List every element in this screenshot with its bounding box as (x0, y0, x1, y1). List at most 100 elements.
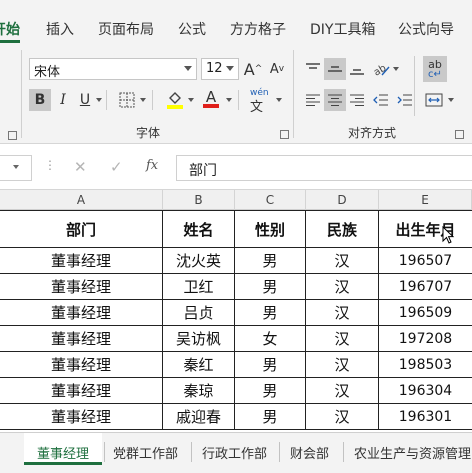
chevron-down-icon[interactable] (276, 98, 282, 102)
column-header-a[interactable]: A (0, 190, 163, 210)
align-bottom-button[interactable] (346, 58, 368, 80)
align-middle-button[interactable] (324, 58, 346, 80)
orientation-button[interactable]: ab (370, 58, 392, 80)
cell-birth-month[interactable]: 196304 (379, 378, 472, 404)
cell-birth-month[interactable]: 196509 (379, 300, 472, 326)
header-cell-gender[interactable]: 性别 (235, 210, 306, 248)
drag-handle-icon[interactable]: ⋮ (44, 158, 56, 172)
font-color-button[interactable]: A (200, 86, 222, 108)
cell-birth-month[interactable]: 197208 (379, 326, 472, 352)
italic-button[interactable]: I (52, 89, 74, 111)
cell-gender[interactable]: 女 (235, 326, 306, 352)
cell-department[interactable]: 董事经理 (0, 378, 163, 404)
chevron-down-icon[interactable] (226, 98, 232, 102)
align-top-button[interactable] (302, 58, 324, 80)
font-color-swatch (203, 104, 219, 108)
cell-department[interactable]: 董事经理 (0, 274, 163, 300)
underline-button[interactable]: U (74, 89, 96, 111)
sheet-tab-finance[interactable]: 财会部 (290, 443, 329, 462)
cancel-icon[interactable]: ✕ (74, 158, 87, 176)
chevron-down-icon[interactable] (393, 67, 399, 71)
bold-button[interactable]: B (29, 89, 51, 111)
header-cell-department[interactable]: 部门 (0, 210, 163, 248)
align-left-button[interactable] (302, 89, 324, 111)
cell-birth-month[interactable]: 198503 (379, 352, 472, 378)
enter-icon[interactable]: ✓ (110, 158, 123, 176)
cell-gender[interactable]: 男 (235, 352, 306, 378)
cell-department[interactable]: 董事经理 (0, 326, 163, 352)
font-color-icon: A (205, 88, 217, 106)
chevron-down-icon[interactable] (448, 98, 454, 102)
align-right-button[interactable] (346, 89, 368, 111)
cell-gender[interactable]: 男 (235, 378, 306, 404)
phonetic-button[interactable]: wén 文 (250, 88, 269, 115)
cell-ethnicity[interactable]: 汉 (306, 352, 379, 378)
tab-fangfang[interactable]: 方方格子 (230, 19, 286, 39)
sheet-tab-agriculture[interactable]: 农业生产与资源管理 (354, 443, 471, 462)
chevron-down-icon[interactable] (188, 98, 194, 102)
formula-input[interactable]: 部门 (176, 155, 472, 181)
decrease-indent-button[interactable] (370, 89, 392, 111)
header-cell-ethnicity[interactable]: 民族 (306, 210, 379, 248)
tab-diy-toolbox[interactable]: DIY工具箱 (310, 19, 375, 39)
name-box[interactable] (0, 155, 32, 181)
cell-department[interactable]: 董事经理 (0, 404, 163, 430)
alignment-dialog-launcher-icon[interactable] (455, 130, 464, 139)
cell-birth-month[interactable]: 196507 (379, 248, 472, 274)
clipboard-launcher-icon[interactable] (8, 131, 17, 140)
sheet-tab-administration[interactable]: 行政工作部 (202, 443, 267, 462)
merge-center-button[interactable] (423, 89, 445, 111)
cell-name[interactable]: 戚迎春 (163, 404, 235, 430)
chevron-down-icon[interactable] (140, 98, 146, 102)
cell-department[interactable]: 董事经理 (0, 300, 163, 326)
cell-name[interactable]: 吴访枫 (163, 326, 235, 352)
font-dialog-launcher-icon[interactable] (280, 130, 289, 139)
column-header-e[interactable]: E (379, 190, 472, 210)
cell-department[interactable]: 董事经理 (0, 352, 163, 378)
column-header-c[interactable]: C (235, 190, 306, 210)
cell-gender[interactable]: 男 (235, 274, 306, 300)
cell-ethnicity[interactable]: 汉 (306, 274, 379, 300)
tab-page-layout[interactable]: 页面布局 (98, 19, 154, 39)
align-center-button[interactable] (324, 89, 346, 111)
increase-indent-icon (397, 94, 412, 106)
cell-name[interactable]: 吕贞 (163, 300, 235, 326)
cell-ethnicity[interactable]: 汉 (306, 300, 379, 326)
cell-ethnicity[interactable]: 汉 (306, 326, 379, 352)
chevron-down-icon[interactable] (96, 98, 102, 102)
fill-color-button[interactable] (164, 88, 186, 110)
increase-indent-button[interactable] (394, 89, 416, 111)
tab-home[interactable]: 开始 (0, 19, 20, 39)
tab-formula-wizard[interactable]: 公式向导 (398, 19, 454, 39)
insert-function-icon[interactable]: fx (146, 158, 158, 173)
cell-department[interactable]: 董事经理 (0, 248, 163, 274)
header-cell-name[interactable]: 姓名 (163, 210, 235, 248)
column-header-d[interactable]: D (306, 190, 379, 210)
cell-ethnicity[interactable]: 汉 (306, 404, 379, 430)
chevron-down-icon[interactable] (13, 165, 19, 169)
italic-icon: I (60, 92, 66, 108)
tab-insert[interactable]: 插入 (46, 19, 74, 39)
wrap-text-button[interactable]: ab c↵ (423, 56, 447, 82)
borders-button[interactable] (116, 89, 138, 111)
cell-gender[interactable]: 男 (235, 404, 306, 430)
cell-name[interactable]: 卫红 (163, 274, 235, 300)
cell-birth-month[interactable]: 196707 (379, 274, 472, 300)
sheet-tab-party-affairs[interactable]: 党群工作部 (113, 443, 178, 462)
font-name-combo[interactable]: 宋体 (29, 58, 197, 80)
header-cell-birth-month[interactable]: 出生年月 (379, 210, 472, 248)
cell-name[interactable]: 秦红 (163, 352, 235, 378)
sheet-tab-board-managers[interactable]: 董事经理 (37, 443, 89, 462)
column-header-b[interactable]: B (163, 190, 235, 210)
cell-name[interactable]: 秦琼 (163, 378, 235, 404)
cell-ethnicity[interactable]: 汉 (306, 378, 379, 404)
cell-ethnicity[interactable]: 汉 (306, 248, 379, 274)
tab-formulas[interactable]: 公式 (178, 19, 206, 39)
grow-font-button[interactable]: A ^ (242, 58, 264, 80)
cell-name[interactable]: 沈火英 (163, 248, 235, 274)
cell-gender[interactable]: 男 (235, 300, 306, 326)
font-size-combo[interactable]: 12 (201, 58, 239, 80)
cell-gender[interactable]: 男 (235, 248, 306, 274)
shrink-font-button[interactable]: Av (266, 58, 288, 80)
cell-birth-month[interactable]: 196301 (379, 404, 472, 430)
